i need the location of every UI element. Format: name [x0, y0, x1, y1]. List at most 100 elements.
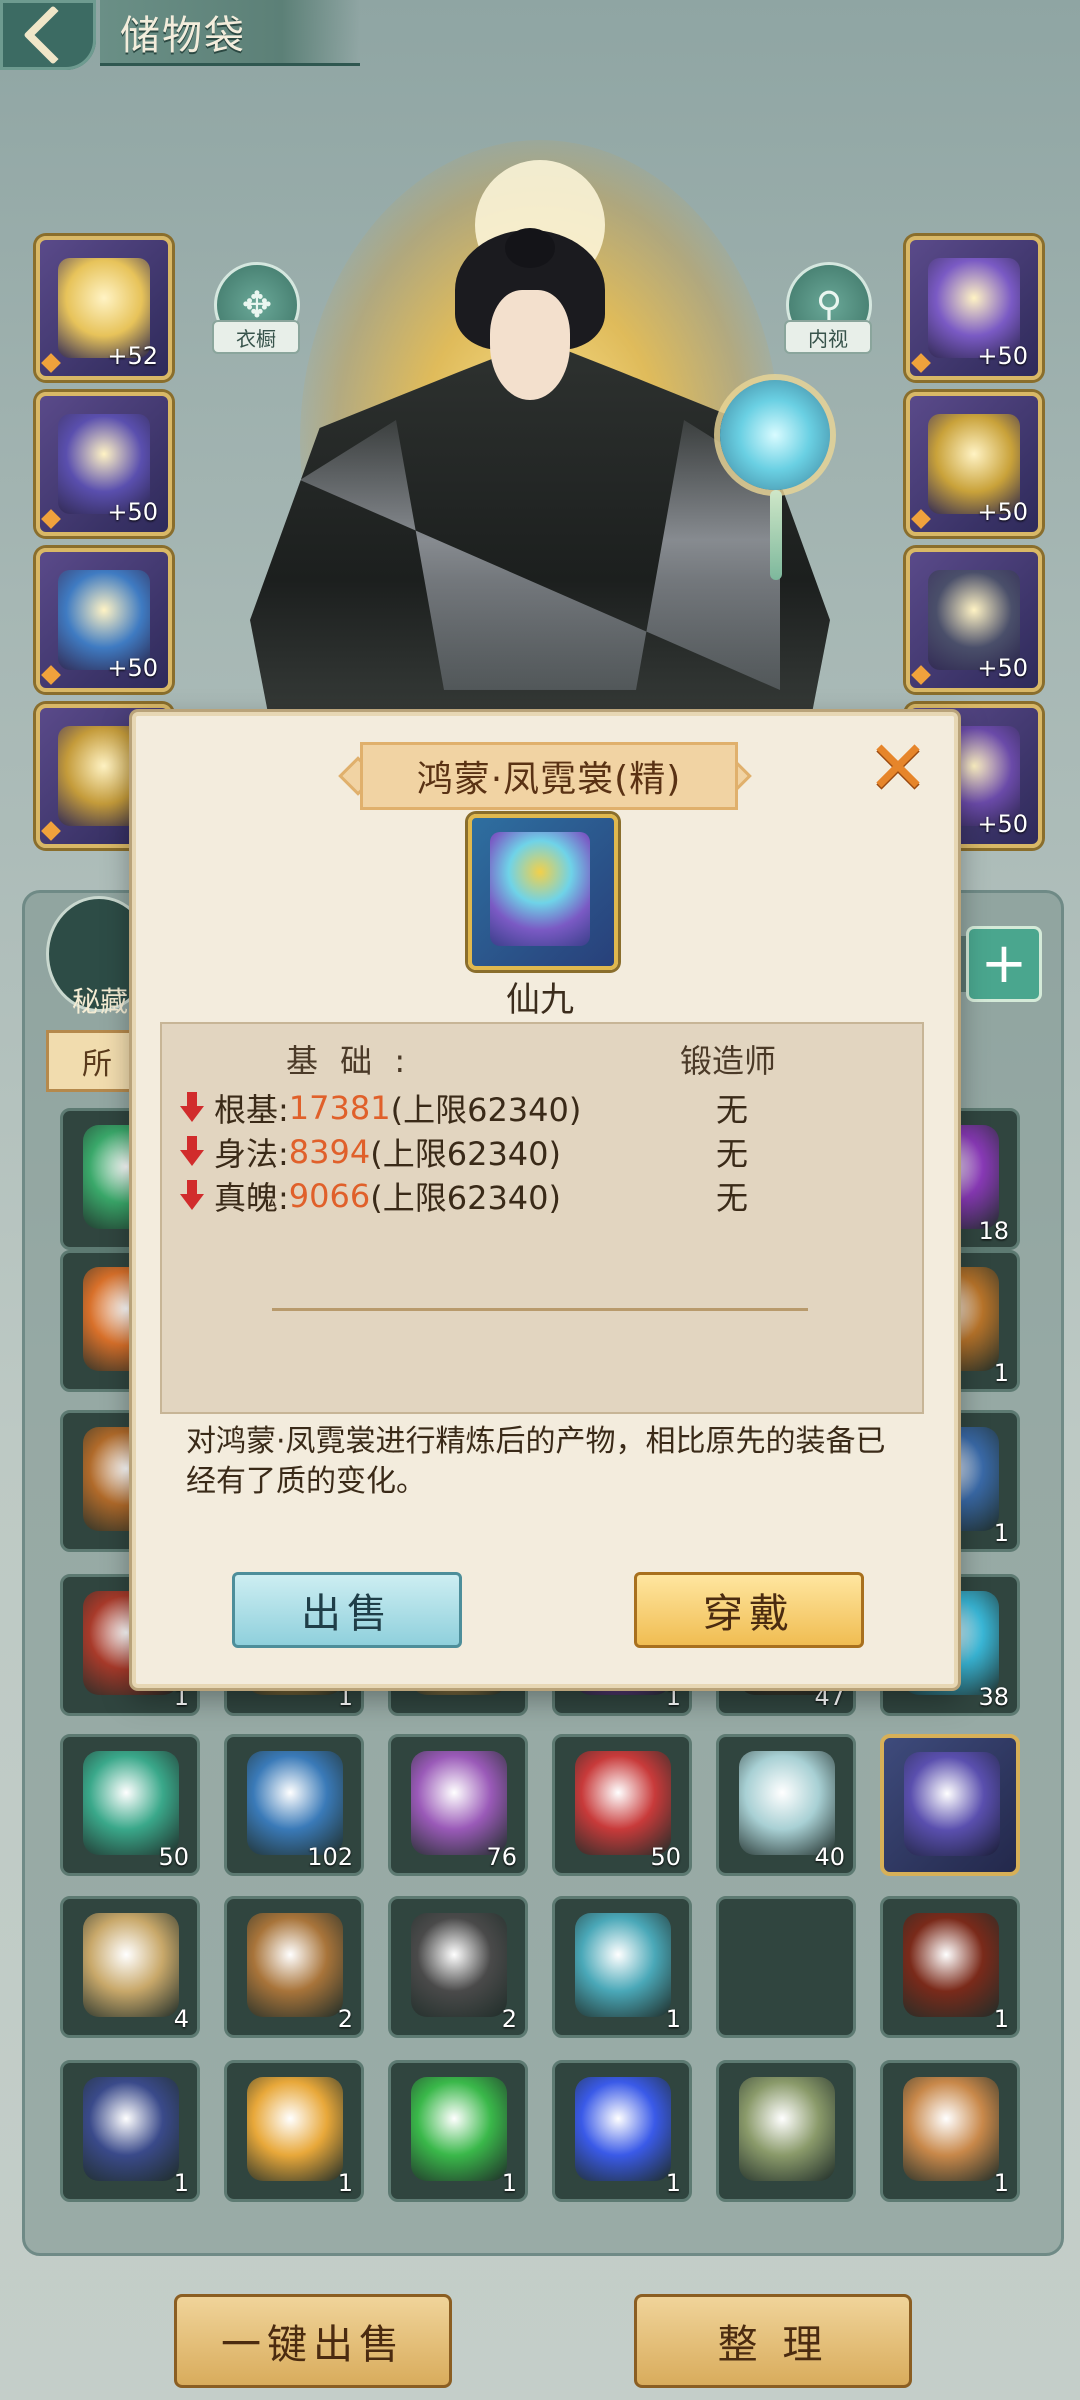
item-count: 1 [993, 1519, 1009, 1547]
item-icon [575, 1913, 671, 2017]
item-icon [83, 1913, 179, 2017]
stat-row: 真魄: 9066 (上限62340) [180, 1174, 561, 1218]
stat-value: 9066 [288, 1177, 371, 1215]
page-title: 储物袋 [120, 12, 246, 59]
bag-slot[interactable]: 50 [60, 1734, 200, 1876]
stat-smith-value: 无 [716, 1135, 749, 1173]
item-icon [575, 2077, 671, 2181]
stat-name: 根基: [214, 1091, 289, 1129]
item-count: 2 [337, 2005, 353, 2033]
enhance-level: +50 [107, 498, 158, 526]
equip-slot-left[interactable]: +52 [36, 236, 172, 380]
item-grade: 仙九 [506, 980, 574, 1020]
item-count: 1 [993, 2005, 1009, 2033]
item-count: 50 [158, 1843, 189, 1871]
back-button[interactable] [0, 0, 96, 70]
bag-slot[interactable]: 1 [880, 2060, 1020, 2202]
item-count: 1 [501, 2169, 517, 2197]
decrease-arrow-icon [180, 1092, 204, 1124]
item-icon [904, 1752, 1000, 1856]
tab-all-label: 所 [82, 1047, 112, 1082]
stats-header-base: 基 础 : [286, 1042, 412, 1080]
enhance-level: +50 [107, 654, 158, 682]
quality-gem-icon [41, 665, 61, 685]
close-icon[interactable]: ✕ [862, 731, 934, 805]
item-count: 102 [307, 1843, 353, 1871]
title-plate: 储物袋 [100, 0, 360, 66]
equip-slot-right[interactable]: +50 [906, 548, 1042, 692]
character-face [490, 290, 570, 400]
stat-row: 根基: 17381 (上限62340) [180, 1086, 581, 1130]
item-icon [247, 1751, 343, 1855]
bag-slot[interactable]: 2 [388, 1896, 528, 2038]
bag-slot[interactable]: 1 [880, 1896, 1020, 2038]
item-icon [903, 2077, 999, 2181]
spirit-orb-icon[interactable] [720, 380, 830, 490]
stat-name: 身法: [214, 1135, 289, 1173]
robe-icon [490, 832, 590, 946]
stat-limit: (上限62340) [390, 1091, 582, 1129]
wear-button[interactable]: 穿戴 [634, 1572, 864, 1648]
decrease-arrow-icon [180, 1180, 204, 1212]
item-icon [411, 1913, 507, 2017]
stats-divider [272, 1308, 808, 1311]
stat-name: 真魄: [214, 1179, 289, 1217]
item-count: 2 [501, 2005, 517, 2033]
equip-slot-left[interactable]: +50 [36, 392, 172, 536]
sort-button[interactable]: 整 理 [634, 2294, 912, 2388]
item-icon [83, 1751, 179, 1855]
bag-slot[interactable]: 76 [388, 1734, 528, 1876]
item-icon [83, 2077, 179, 2181]
back-arrow-icon [23, 5, 83, 65]
bag-slot[interactable] [716, 1896, 856, 2038]
bag-slot[interactable]: 1 [224, 2060, 364, 2202]
sell-button[interactable]: 出售 [232, 1572, 462, 1648]
stat-smith-value: 无 [716, 1179, 749, 1217]
bag-slot[interactable]: 40 [716, 1734, 856, 1876]
bag-slot[interactable]: 1 [388, 2060, 528, 2202]
sell-all-button[interactable]: 一键出售 [174, 2294, 452, 2388]
item-count: 4 [173, 2005, 189, 2033]
equip-slot-right[interactable]: +50 [906, 236, 1042, 380]
stat-value: 17381 [288, 1089, 391, 1127]
bag-slot[interactable]: 1 [552, 2060, 692, 2202]
bag-slot[interactable] [880, 1734, 1020, 1876]
stat-smith-value: 无 [716, 1091, 749, 1129]
item-count: 38 [978, 1683, 1009, 1711]
character-hair-bun [505, 228, 555, 268]
item-icon [739, 2077, 835, 2181]
equip-slot-right[interactable]: +50 [906, 392, 1042, 536]
bag-slot[interactable]: 1 [60, 2060, 200, 2202]
enhance-level: +50 [977, 654, 1028, 682]
sell-label: 出售 [301, 1591, 393, 1637]
stats-header-smith: 锻造师 [680, 1042, 777, 1080]
stat-limit: (上限62340) [370, 1179, 562, 1217]
item-count: 50 [650, 1843, 681, 1871]
bag-slot[interactable]: 50 [552, 1734, 692, 1876]
bag-slot[interactable]: 102 [224, 1734, 364, 1876]
item-name: 鸿蒙·凤霓裳(精) [416, 759, 682, 800]
item-icon [411, 1751, 507, 1855]
add-slot-button[interactable]: + [966, 926, 1042, 1002]
bag-slot[interactable]: 2 [224, 1896, 364, 2038]
item-icon [739, 1751, 835, 1855]
item-count: 1 [173, 2169, 189, 2197]
wear-label: 穿戴 [703, 1591, 795, 1637]
item-icon [575, 1751, 671, 1855]
enhance-level: +50 [977, 498, 1028, 526]
bag-slot[interactable]: 4 [60, 1896, 200, 2038]
item-count: 1 [665, 2005, 681, 2033]
item-icon [247, 2077, 343, 2181]
stat-value: 8394 [288, 1133, 371, 1171]
quality-gem-icon [911, 665, 931, 685]
equip-slot-left[interactable]: +50 [36, 548, 172, 692]
spirit-orb-tassel [770, 490, 782, 580]
enhance-level: +52 [107, 342, 158, 370]
item-icon [411, 2077, 507, 2181]
item-count: 18 [978, 1217, 1009, 1245]
bag-slot[interactable]: 1 [552, 1896, 692, 2038]
enhance-level: +50 [977, 810, 1028, 838]
bag-slot[interactable] [716, 2060, 856, 2202]
secret-tab-label: 秘藏 [71, 985, 128, 1018]
modal-title-plate: 鸿蒙·凤霓裳(精) [360, 742, 738, 810]
